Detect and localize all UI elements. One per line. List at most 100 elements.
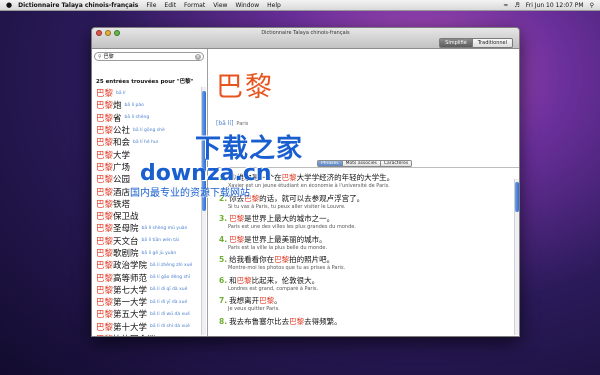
result-row[interactable]: 巴黎大学 [92, 148, 200, 161]
phrase-chinese: 4. 巴黎是世界上最美丽的城市。 [219, 234, 509, 245]
result-hanzi-rest: 协约国会议 [113, 335, 156, 336]
result-row[interactable]: 巴黎炮 bā lí pào [92, 99, 200, 111]
result-hanzi-rest: 高等师范 [113, 273, 148, 284]
result-row[interactable]: 巴黎政治学院 bā lí zhèng zhì xué [92, 259, 200, 271]
phrase-chinese: 7. 我想离开巴黎。 [219, 295, 509, 306]
result-pinyin: bā lí hé huì [133, 139, 159, 145]
result-hanzi-match: 巴黎 [96, 298, 114, 309]
result-row[interactable]: 巴黎和会 bā lí hé huì [92, 136, 200, 148]
result-row[interactable]: 巴黎第七大学 bā lí dì qī dà xué [92, 284, 200, 296]
phrase-item: 6. 和巴黎比起来，伦敦很大。 Londres est grand, comparé… [219, 275, 509, 296]
result-hanzi-rest: 炮 [113, 101, 122, 112]
result-hanzi-rest: 酒店 [113, 187, 131, 198]
phrase-text-after: 。 [274, 296, 282, 305]
volume-icon[interactable]: ♬ [514, 2, 519, 9]
tab-phrases[interactable]: Phrases [318, 161, 342, 166]
traditional-button[interactable]: Traditionnel [471, 39, 512, 47]
phrase-chinese: 8. 我去布鲁塞尔比去巴黎去得频繁。 [219, 316, 509, 327]
search-field[interactable]: ⚲ 巴黎 × [94, 52, 204, 61]
result-hanzi-match: 巴黎 [96, 261, 114, 272]
result-hanzi: 巴黎 第十大学 [96, 321, 147, 333]
result-hanzi-match: 巴黎 [96, 249, 114, 259]
menu-view[interactable]: View [213, 2, 227, 9]
result-row[interactable]: 巴黎公社 bā lí gōng shè [92, 124, 200, 136]
phrase-item: 7. 我想离开巴黎。 Je veux quitter Paris. [219, 295, 509, 316]
result-row[interactable]: 巴黎铁塔 [92, 198, 200, 210]
result-hanzi: 巴黎大学 [96, 149, 130, 161]
result-row[interactable]: 巴黎 第十大学 bā lí dì shí dà xué [92, 321, 200, 333]
results-list: 巴黎 bā lí 巴黎炮 bā lí pào 巴黎省 bā lí shěng 巴黎公社 bā … [92, 87, 200, 336]
result-hanzi: 巴黎公园 [96, 173, 130, 185]
menu-app-name[interactable]: Dictionnaire Talaya chinois-français [18, 2, 138, 9]
result-hanzi: 巴黎第七大学 [96, 284, 147, 296]
result-hanzi-match: 巴黎 [96, 101, 114, 112]
result-pinyin: bā lí zhèng zhì xué [150, 262, 193, 268]
menu-help[interactable]: Help [267, 2, 281, 9]
menu-file[interactable]: File [146, 2, 156, 9]
result-row[interactable]: 巴黎省 bā lí shěng [92, 112, 200, 124]
result-hanzi-match: 巴黎 [96, 126, 114, 137]
phrase-number: 6. [219, 275, 228, 285]
result-hanzi-rest: 公园 [113, 175, 131, 186]
result-row[interactable]: 巴黎保卫战 [92, 210, 200, 222]
apple-menu-icon[interactable]: ● [6, 1, 12, 9]
site-watermark: 下载之家 downza.cn 国内最专业的资源下载网站 [130, 128, 304, 199]
result-hanzi-rest: 歌剧院 [113, 249, 139, 259]
result-hanzi-rest: 第五大学 [113, 310, 148, 321]
result-hanzi-rest: 广场 [113, 162, 131, 173]
result-pinyin: bā lí dì shí dà xué [150, 324, 190, 330]
phrase-item: 3. 巴黎是世界上最大的城市之一。 Paris est une des villes… [219, 213, 509, 234]
result-hanzi: 巴黎保卫战 [96, 210, 139, 222]
phrase-text-after: 比起来，伦敦很大。 [251, 275, 320, 285]
phrase-match: 巴黎 [236, 275, 252, 285]
result-hanzi-match: 巴黎 [96, 199, 114, 210]
phrases-scrollbar-thumb[interactable] [515, 182, 519, 212]
phrase-chinese: 6. 和巴黎比起来，伦敦很大。 [219, 275, 509, 286]
result-pinyin: bā lí gōng shè [133, 127, 165, 133]
phrase-match: 巴黎 [259, 296, 275, 305]
menu-edit[interactable]: Edit [164, 2, 176, 9]
wifi-icon[interactable]: ≈ [503, 2, 508, 9]
results-scrollbar[interactable] [201, 87, 206, 335]
results-count: 25 entrées trouvées pour "巴黎" [96, 79, 194, 85]
result-pinyin: bā lí gē jù yuàn [141, 250, 177, 256]
result-hanzi-match: 巴黎 [96, 310, 114, 321]
clear-search-icon[interactable]: × [195, 53, 201, 60]
menu-clock[interactable]: Fri Jun 10 12:07 PM [526, 2, 584, 9]
menu-format[interactable]: Format [184, 2, 205, 9]
result-row[interactable]: 巴黎协约国会议 [92, 333, 200, 336]
result-row[interactable]: 巴黎高等师范 bā lí gāo děng shī [92, 271, 200, 284]
result-pinyin: bā lí [116, 90, 126, 96]
result-hanzi: 巴黎天文台 [96, 235, 139, 247]
phrase-french: Londres est grand, comparé à Paris. [228, 285, 319, 292]
result-hanzi-rest: 省 [113, 113, 122, 124]
phrase-number: 7. [219, 296, 228, 305]
result-row[interactable]: 巴黎歌剧院 bā lí gē jù yuàn [92, 247, 200, 259]
result-row[interactable]: 巴黎天文台 bā lí tiān wén tái [92, 235, 200, 247]
result-hanzi-match: 巴黎 [96, 89, 114, 100]
tab-related-words[interactable]: Mots associés [341, 161, 380, 166]
phrases-scrollbar[interactable] [514, 179, 519, 335]
menu-bar: ● Dictionnaire Talaya chinois-français F… [0, 0, 600, 11]
search-input[interactable]: 巴黎 [104, 53, 114, 60]
result-hanzi-rest: 铁塔 [113, 199, 131, 210]
phrase-text-before: 我想离开 [229, 296, 260, 305]
pinyin: [bā lí] [216, 120, 234, 127]
result-hanzi-rest: 圣母院 [113, 224, 139, 235]
tab-characters[interactable]: Caractères [379, 161, 412, 166]
result-pinyin: bā lí pào [124, 102, 144, 108]
result-row[interactable]: 巴黎圣母院 bā lí shèng mǔ yuàn [92, 222, 200, 234]
result-row[interactable]: 巴黎 bā lí [92, 87, 200, 99]
title-bar[interactable]: Dictionnaire Talaya chinois-français Sim… [92, 28, 519, 49]
result-hanzi: 巴黎广场 [96, 161, 130, 173]
result-row[interactable]: 巴黎第五大学 bā lí dì wǔ dà xué [92, 308, 200, 320]
menu-window[interactable]: Window [235, 2, 259, 9]
phrase-text-after: 是世界上最美丽的城市。 [244, 234, 327, 244]
result-row[interactable]: 巴黎第一大学 bā lí dì yī dà xué [92, 296, 200, 308]
entry-tabs: Phrases Mots associés Caractères [317, 160, 413, 167]
window-title: Dictionnaire Talaya chinois-français [261, 30, 350, 36]
simplified-button[interactable]: Simplifié [440, 39, 472, 47]
watermark-line-1: 下载之家 [195, 134, 304, 164]
spotlight-icon[interactable]: ⚲ [590, 2, 594, 9]
phrase-match: 巴黎 [289, 316, 305, 326]
